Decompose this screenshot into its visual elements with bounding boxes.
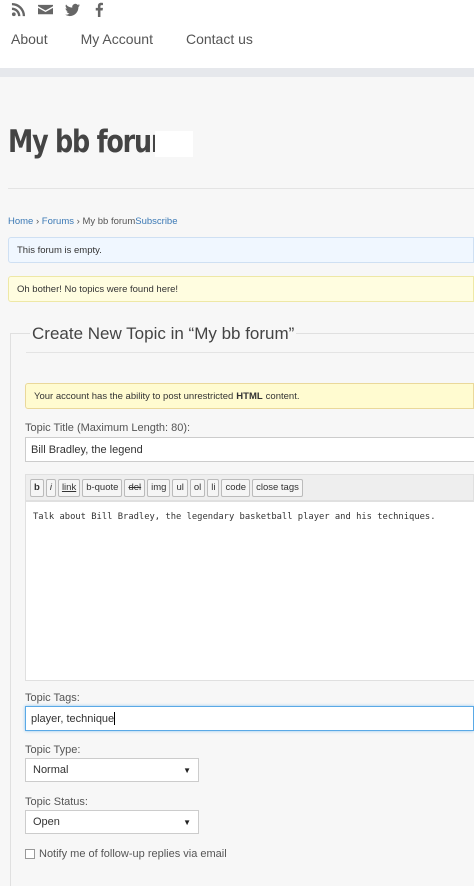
html-notice-post: content.	[265, 390, 300, 402]
rss-icon[interactable]	[11, 2, 26, 17]
main-nav: About My Account Contact us	[11, 31, 286, 47]
twitter-icon[interactable]	[65, 2, 80, 17]
editor-toolbar: b i link b-quote del img ul ol li code c…	[25, 474, 474, 501]
topic-title-input[interactable]: Bill Bradley, the legend	[25, 437, 474, 462]
breadcrumb: Home › Forums › My bb forumSubscribe	[8, 216, 178, 227]
topic-type-value: Normal	[33, 764, 69, 776]
no-topics-text: Oh bother! No topics were found here!	[17, 283, 179, 295]
ol-button[interactable]: ol	[189, 478, 206, 497]
topic-content-textarea[interactable]: Talk about Bill Bradley, the legendary b…	[25, 501, 474, 681]
topic-title-value: Bill Bradley, the legend	[31, 443, 143, 456]
new-topic-legend: Create New Topic in “My bb forum”	[30, 324, 297, 344]
italic-button[interactable]: i	[45, 478, 56, 497]
mail-icon[interactable]	[38, 2, 53, 17]
forum-empty-text: This forum is empty.	[17, 244, 102, 256]
nav-about[interactable]: About	[11, 31, 48, 47]
site-title: My bb forum	[8, 124, 177, 160]
topic-status-select[interactable]: Open ▼	[25, 810, 199, 834]
dropdown-arrow-icon: ▼	[183, 765, 191, 775]
forum-empty-notice: This forum is empty.	[8, 237, 474, 263]
link-button[interactable]: link	[57, 478, 81, 497]
notify-label: Notify me of follow-up replies via email	[39, 848, 227, 860]
blockquote-button[interactable]: b-quote	[82, 478, 123, 497]
topic-status-label: Topic Status:	[25, 796, 88, 808]
topic-status-value: Open	[33, 816, 60, 828]
no-topics-notice: Oh bother! No topics were found here!	[8, 276, 474, 302]
close-tags-button[interactable]: close tags	[252, 478, 303, 497]
topic-tags-label: Topic Tags:	[25, 692, 80, 704]
del-button[interactable]: del	[124, 478, 146, 497]
topic-tags-value: player, technique	[31, 712, 115, 725]
title-decoration	[155, 131, 193, 157]
dropdown-arrow-icon: ▼	[183, 817, 191, 827]
subscribe-link[interactable]: Subscribe	[135, 216, 177, 227]
topic-tags-input[interactable]: player, technique	[25, 706, 474, 731]
header-divider	[0, 68, 474, 77]
topic-title-label: Topic Title (Maximum Length: 80):	[25, 422, 191, 434]
notify-row: Notify me of follow-up replies via email	[25, 848, 227, 860]
text-caret	[114, 712, 116, 725]
nav-my-account[interactable]: My Account	[81, 31, 153, 47]
breadcrumb-home[interactable]: Home	[8, 216, 33, 227]
html-permission-notice: Your account has the ability to post unr…	[25, 383, 474, 409]
top-bar: About My Account Contact us	[0, 0, 474, 68]
code-button[interactable]: code	[221, 478, 251, 497]
breadcrumb-forums[interactable]: Forums	[42, 216, 74, 227]
html-notice-bold: HTML	[236, 390, 263, 402]
ul-button[interactable]: ul	[172, 478, 188, 497]
topic-content-value: Talk about Bill Bradley, the legendary b…	[33, 512, 436, 522]
facebook-icon[interactable]	[92, 2, 107, 17]
li-button[interactable]: li	[207, 478, 220, 497]
nav-contact-us[interactable]: Contact us	[186, 31, 253, 47]
social-links	[11, 2, 107, 17]
legend-underline	[26, 352, 474, 353]
bold-button[interactable]: b	[30, 478, 44, 497]
title-separator	[8, 188, 474, 189]
topic-type-label: Topic Type:	[25, 744, 81, 756]
topic-type-select[interactable]: Normal ▼	[25, 758, 199, 782]
breadcrumb-separator: ›	[33, 216, 42, 227]
notify-checkbox[interactable]	[25, 849, 35, 859]
html-notice-pre: Your account has the ability to post unr…	[34, 390, 234, 402]
img-button[interactable]: img	[147, 478, 171, 497]
breadcrumb-current: My bb forum	[82, 216, 136, 227]
